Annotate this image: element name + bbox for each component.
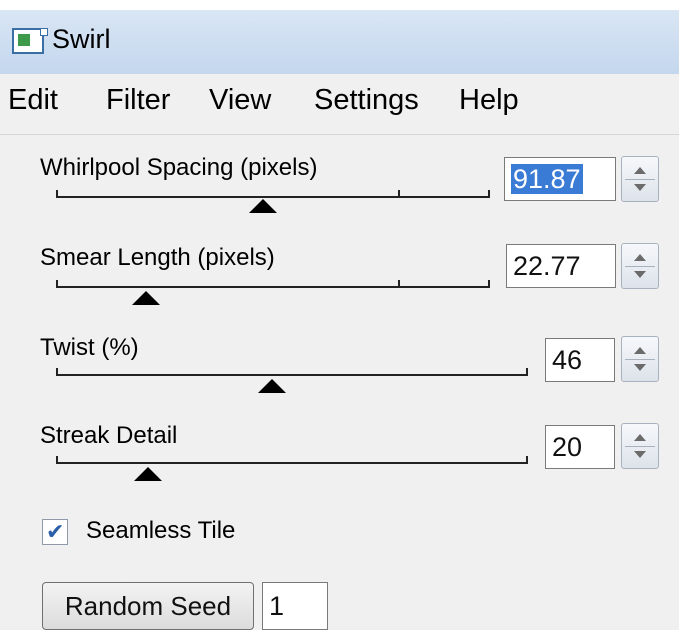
window-title: Swirl	[52, 24, 111, 54]
whirlpool-spacing-label: Whirlpool Spacing (pixels)	[40, 154, 318, 181]
streak-detail-spinner[interactable]	[621, 423, 659, 469]
smear-length-spinner[interactable]	[621, 243, 659, 289]
menu-bar: Edit Filter View Settings Help	[0, 74, 679, 135]
spinner-down-icon	[634, 451, 646, 458]
seamless-tile-checkbox[interactable]: ✔	[42, 519, 68, 545]
twist-label: Twist (%)	[40, 334, 139, 361]
random-seed-button[interactable]: Random Seed	[42, 582, 254, 630]
whirlpool-spacing-slider-thumb[interactable]	[249, 199, 277, 213]
random-seed-input[interactable]: 1	[262, 582, 328, 630]
spinner-up-icon	[634, 434, 646, 441]
smear-length-slider-thumb[interactable]	[132, 291, 160, 305]
spinner-down-icon	[634, 271, 646, 278]
whirlpool-spacing-track[interactable]	[56, 190, 490, 198]
checkmark-icon: ✔	[46, 519, 65, 544]
swirl-dialog: Swirl Edit Filter View Settings Help Whi…	[0, 10, 679, 630]
menu-settings[interactable]: Settings	[314, 84, 419, 117]
dialog-content: Whirlpool Spacing (pixels) 91.87 Smear L…	[0, 136, 679, 630]
seamless-tile-label: Seamless Tile	[86, 517, 236, 544]
smear-length-label: Smear Length (pixels)	[40, 244, 275, 271]
twist-slider-thumb[interactable]	[258, 379, 286, 393]
twist-track[interactable]	[56, 368, 528, 376]
streak-detail-input[interactable]: 20	[545, 425, 615, 469]
streak-detail-label: Streak Detail	[40, 422, 178, 449]
spinner-up-icon	[634, 167, 646, 174]
app-icon	[12, 28, 48, 54]
menu-filter[interactable]: Filter	[106, 84, 170, 117]
twist-spinner[interactable]	[621, 336, 659, 382]
smear-length-input[interactable]: 22.77	[506, 244, 616, 288]
title-bar: Swirl	[0, 10, 679, 74]
menu-edit[interactable]: Edit	[8, 84, 58, 117]
spinner-down-icon	[634, 364, 646, 371]
whirlpool-spacing-input[interactable]: 91.87	[504, 157, 616, 201]
twist-input[interactable]: 46	[545, 338, 615, 382]
spinner-up-icon	[634, 347, 646, 354]
spinner-down-icon	[634, 184, 646, 191]
smear-length-track[interactable]	[56, 280, 490, 288]
spinner-up-icon	[634, 254, 646, 261]
streak-detail-track[interactable]	[56, 456, 528, 464]
menu-help[interactable]: Help	[459, 84, 519, 117]
streak-detail-slider-thumb[interactable]	[134, 467, 162, 481]
menu-view[interactable]: View	[209, 84, 271, 117]
whirlpool-spacing-spinner[interactable]	[621, 156, 659, 202]
